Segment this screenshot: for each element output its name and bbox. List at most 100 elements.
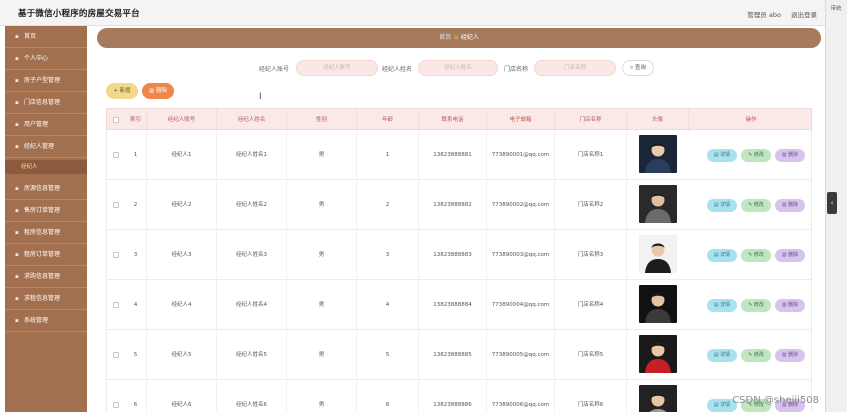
collapse-arrow-icon[interactable]: ‹ bbox=[827, 192, 837, 214]
table-cell: 2 bbox=[125, 180, 147, 230]
table-cell: 773890002@qq.com bbox=[487, 180, 555, 230]
table-cell: 5 bbox=[125, 330, 147, 380]
seek-icon: ▪ bbox=[15, 296, 19, 302]
row-checkbox[interactable] bbox=[113, 252, 119, 258]
agent-icon: ▪ bbox=[15, 144, 19, 150]
table-cell: 门店名称2 bbox=[555, 180, 627, 230]
table-cell: 门店名称6 bbox=[555, 380, 627, 412]
edit-button[interactable]: ✎ 修改 bbox=[741, 149, 771, 162]
delete-button[interactable]: ▥ 删除 bbox=[775, 349, 805, 362]
row-checkbox[interactable] bbox=[113, 352, 119, 358]
edit-button[interactable]: ✎ 修改 bbox=[741, 249, 771, 262]
store-name-input[interactable]: 门店名称 bbox=[534, 60, 616, 76]
add-button[interactable]: + 新增 bbox=[106, 83, 138, 99]
edit-button[interactable]: ✎ 修改 bbox=[741, 299, 771, 312]
agent-no-input[interactable]: 经纪人账号 bbox=[296, 60, 378, 76]
table-cell: 13823888885 bbox=[419, 330, 487, 380]
avatar bbox=[639, 285, 677, 323]
table-cell: 773890006@qq.com bbox=[487, 380, 555, 412]
table-cell: 经纪人姓名1 bbox=[217, 130, 287, 180]
col-actions: 操作 bbox=[745, 117, 757, 123]
breadcrumb-home[interactable]: 首页 bbox=[439, 34, 451, 41]
table-cell: 6 bbox=[357, 380, 419, 412]
table-cell: 经纪人姓名3 bbox=[217, 230, 287, 280]
order-icon: ▪ bbox=[15, 208, 19, 214]
col-avatar[interactable]: 头像 bbox=[627, 109, 689, 131]
sidebar: ▪ 首页 ▪ 个人中心 ▪ 房子户型管理 ▪ 门店信息管理 ▪ 用户管理 ▪ 经纪人管理 经… bbox=[5, 26, 87, 412]
text-cursor-icon: I bbox=[259, 92, 262, 102]
table-cell: 2 bbox=[357, 180, 419, 230]
table-cell: 男 bbox=[287, 380, 357, 412]
table-cell: 13823888884 bbox=[419, 280, 487, 330]
delete-button[interactable]: ▥ 删除 bbox=[775, 299, 805, 312]
avatar bbox=[639, 185, 677, 223]
detail-button[interactable]: ▤ 详情 bbox=[707, 149, 737, 162]
rent-icon: ▪ bbox=[15, 230, 19, 236]
table-cell: 经纪人姓名6 bbox=[217, 380, 287, 412]
users-icon: ▪ bbox=[15, 122, 19, 128]
edit-button[interactable]: ✎ 修改 bbox=[741, 349, 771, 362]
col-agent-no[interactable]: 经纪人账号 bbox=[147, 109, 217, 131]
table-cell: 1 bbox=[125, 130, 147, 180]
top-right-area: 管理员 abo 退出登录 bbox=[739, 9, 817, 19]
sidebar-item-wanted-rent[interactable]: ▪ 求租信息管理 bbox=[5, 288, 87, 310]
sidebar-item-rent-orders[interactable]: ▪ 租房订单管理 bbox=[5, 244, 87, 266]
row-checkbox[interactable] bbox=[113, 152, 119, 158]
table-cell: 1 bbox=[357, 130, 419, 180]
breadcrumb: 首页 ⌂ 经纪人 bbox=[97, 28, 821, 48]
buy-icon: ▪ bbox=[15, 274, 19, 280]
row-checkbox[interactable] bbox=[113, 202, 119, 208]
table-cell: 773890005@qq.com bbox=[487, 330, 555, 380]
col-agent-name[interactable]: 经纪人姓名 bbox=[217, 109, 287, 131]
avatar bbox=[639, 385, 677, 412]
row-checkbox[interactable] bbox=[113, 302, 119, 308]
store-icon: ▪ bbox=[15, 100, 19, 106]
table-cell: 男 bbox=[287, 130, 357, 180]
sidebar-item-system[interactable]: ▪ 系统管理 bbox=[5, 310, 87, 332]
select-all-checkbox[interactable] bbox=[113, 117, 119, 123]
detail-button[interactable]: ▤ 详情 bbox=[707, 299, 737, 312]
table-cell: 门店名称4 bbox=[555, 280, 627, 330]
table-cell: 男 bbox=[287, 280, 357, 330]
table-cell: 男 bbox=[287, 230, 357, 280]
col-gender[interactable]: 性别 bbox=[287, 109, 357, 131]
sidebar-item-home[interactable]: ▪ 首页 bbox=[5, 26, 87, 48]
watermark: CSDN @shejii508 bbox=[732, 395, 819, 406]
col-index[interactable]: 索引 bbox=[125, 109, 147, 131]
table-cell: 门店名称3 bbox=[555, 230, 627, 280]
sidebar-item-sale-orders[interactable]: ▪ 售房订单管理 bbox=[5, 200, 87, 222]
col-phone[interactable]: 联系电话 bbox=[419, 109, 487, 131]
sidebar-item-listings[interactable]: ▪ 房源信息管理 bbox=[5, 178, 87, 200]
row-checkbox[interactable] bbox=[113, 402, 119, 408]
detail-button[interactable]: ▤ 详情 bbox=[707, 249, 737, 262]
breadcrumb-current: 经纪人 bbox=[460, 34, 479, 41]
col-age[interactable]: 年龄 bbox=[357, 109, 419, 131]
table-row: 2 经纪人2 经纪人姓名2 男 2 13823888882 773890002@qq.com… bbox=[106, 180, 812, 230]
detail-button[interactable]: ▤ 详情 bbox=[707, 199, 737, 212]
delete-button[interactable]: ▥ 删除 bbox=[775, 149, 805, 162]
settings-icon: ▪ bbox=[15, 318, 19, 324]
sidebar-item-wanted-buy[interactable]: ▪ 求购信息管理 bbox=[5, 266, 87, 288]
avatar bbox=[639, 335, 677, 373]
edit-button[interactable]: ✎ 修改 bbox=[741, 199, 771, 212]
store-name-label: 门店名称 bbox=[504, 66, 529, 73]
sidebar-item-users[interactable]: ▪ 用户管理 bbox=[5, 114, 87, 136]
bulk-delete-button[interactable]: ▥ 删除 bbox=[142, 83, 174, 99]
search-bar: 经纪人账号 经纪人账号 经纪人姓名 经纪人姓名 门店名称 门店名称 ⌕ 查询 bbox=[0, 60, 825, 76]
trash-icon: ▥ bbox=[149, 88, 156, 94]
col-store[interactable]: 门店名称 bbox=[555, 109, 627, 131]
sidebar-item-store[interactable]: ▪ 门店信息管理 bbox=[5, 92, 87, 114]
search-button[interactable]: ⌕ 查询 bbox=[622, 60, 654, 76]
sidebar-subitem-agent[interactable]: 经纪人 bbox=[5, 160, 87, 174]
agent-name-input[interactable]: 经纪人姓名 bbox=[418, 60, 498, 76]
delete-button[interactable]: ▥ 删除 bbox=[775, 199, 805, 212]
table-row: 6 经纪人6 经纪人姓名6 男 6 13823888886 773890006@qq.com… bbox=[106, 380, 812, 412]
table-cell: 4 bbox=[357, 280, 419, 330]
sidebar-item-rentals[interactable]: ▪ 租房信息管理 bbox=[5, 222, 87, 244]
logout-link[interactable]: 退出登录 bbox=[791, 11, 817, 19]
sidebar-item-agents[interactable]: ▪ 经纪人管理 bbox=[5, 136, 87, 158]
detail-button[interactable]: ▤ 详情 bbox=[707, 349, 737, 362]
table-header: 索引 经纪人账号 经纪人姓名 性别 年龄 联系电话 电子邮箱 门店名称 头像 操… bbox=[106, 108, 812, 131]
col-email[interactable]: 电子邮箱 bbox=[487, 109, 555, 131]
delete-button[interactable]: ▥ 删除 bbox=[775, 249, 805, 262]
